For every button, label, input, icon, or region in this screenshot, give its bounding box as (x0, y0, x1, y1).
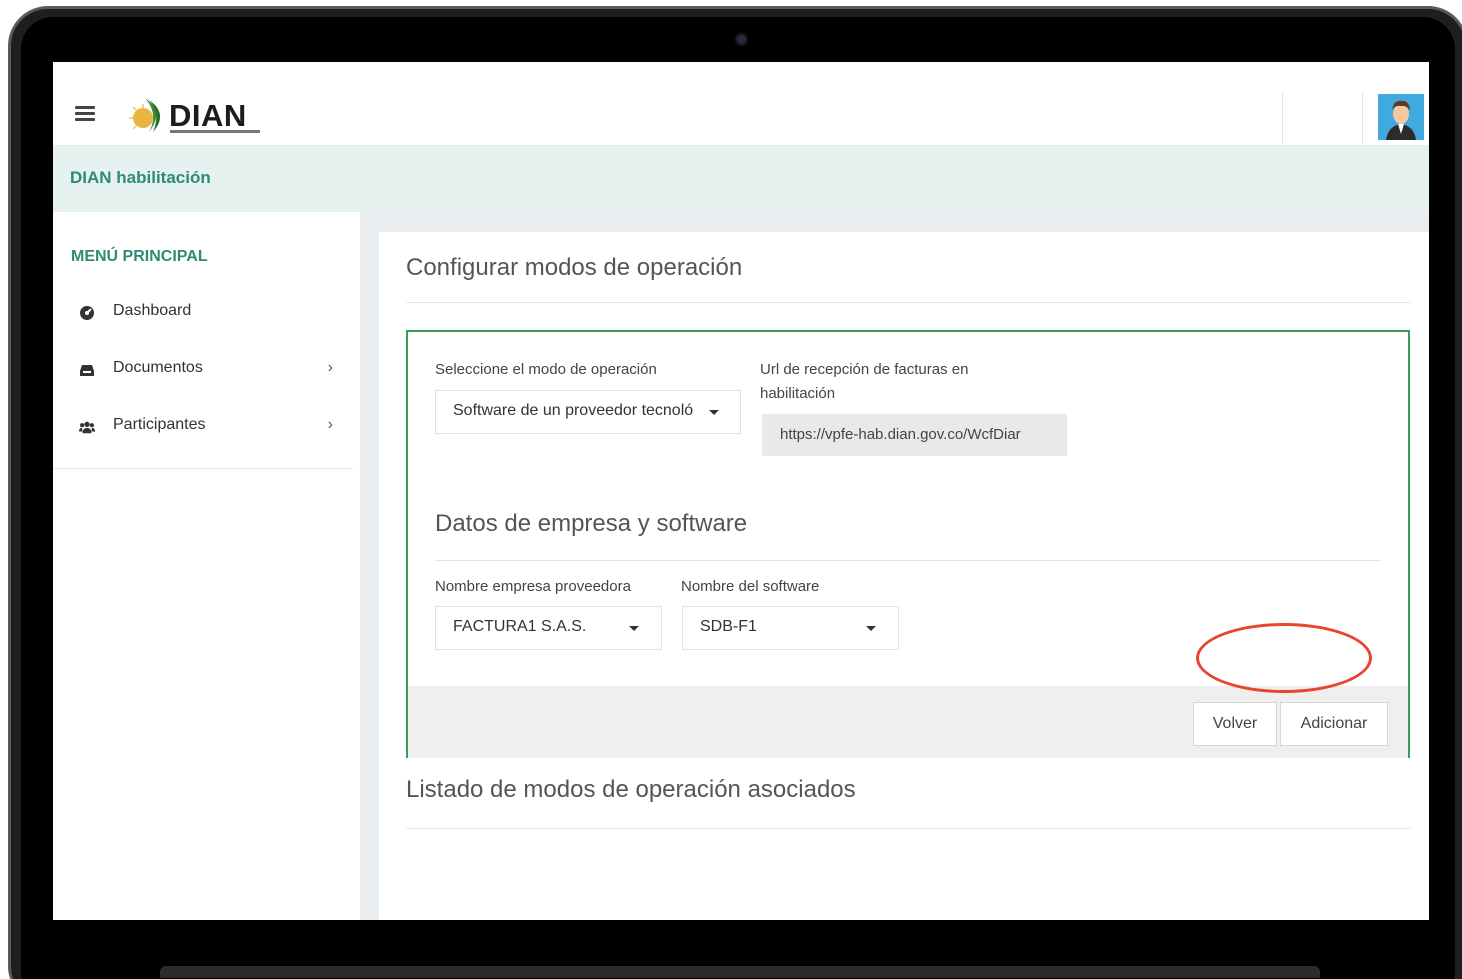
software-select[interactable]: SDB-F1 (682, 606, 899, 650)
logo-tagline (170, 130, 260, 133)
sidebar-item-participantes[interactable]: Participantes › (71, 416, 341, 446)
config-panel: Configurar modos de operación Seleccione… (379, 232, 1429, 920)
chevron-right-icon: › (327, 416, 333, 433)
users-icon (79, 421, 95, 434)
software-value: SDB-F1 (700, 618, 757, 635)
caret-down-icon (629, 626, 639, 631)
form-footer: Volver Adicionar (408, 686, 1408, 758)
company-value: FACTURA1 S.A.S. (453, 618, 587, 635)
software-label: Nombre del software (681, 578, 820, 595)
sidebar-divider (53, 468, 353, 469)
sidebar-item-dashboard[interactable]: Dashboard (71, 302, 341, 332)
webcam (735, 33, 748, 46)
sidebar-item-documentos[interactable]: Documentos › (71, 359, 341, 389)
header-divider (1362, 92, 1363, 146)
list-divider (406, 828, 1411, 829)
header-divider (1282, 92, 1283, 146)
title-divider (406, 302, 1411, 303)
sidebar-item-label: Dashboard (113, 302, 192, 319)
app-screen: DIAN DIAN habilitación MENÚ PRINCIPAL Da… (53, 62, 1429, 920)
app-subheader: DIAN habilitación (53, 146, 1429, 212)
dashboard-icon (80, 306, 94, 320)
list-title: Listado de modos de operación asociados (406, 776, 856, 803)
reception-url-value: https://vpfe-hab.dian.gov.co/WcfDiar (780, 426, 1021, 443)
user-avatar[interactable] (1378, 94, 1424, 140)
sidebar-item-label: Documentos (113, 359, 203, 376)
top-header: DIAN (53, 62, 1429, 146)
company-label: Nombre empresa proveedora (435, 578, 631, 595)
back-button[interactable]: Volver (1193, 702, 1277, 746)
caret-down-icon (866, 626, 876, 631)
menu-icon[interactable] (75, 106, 95, 122)
sidebar-heading: MENÚ PRINCIPAL (71, 248, 208, 265)
chevron-right-icon: › (327, 359, 333, 376)
add-button[interactable]: Adicionar (1280, 702, 1388, 746)
page-title: Configurar modos de operación (406, 254, 743, 281)
laptop-hinge (160, 966, 1320, 978)
dian-emblem-icon (129, 98, 161, 132)
operation-mode-select[interactable]: Software de un proveedor tecnoló (435, 390, 741, 434)
mode-label: Seleccione el modo de operación (435, 361, 657, 378)
operation-mode-form: Seleccione el modo de operación Software… (406, 330, 1410, 758)
section-title: Datos de empresa y software (435, 510, 748, 537)
user-avatar-icon (1378, 94, 1424, 140)
url-label: Url de recepción de facturas en habilita… (760, 361, 969, 402)
logo-wordmark: DIAN (169, 98, 247, 133)
sidebar-item-label: Participantes (113, 416, 206, 433)
company-select[interactable]: FACTURA1 S.A.S. (435, 606, 662, 650)
caret-down-icon (709, 410, 719, 415)
inbox-icon (80, 365, 94, 376)
reception-url-field[interactable]: https://vpfe-hab.dian.gov.co/WcfDiar (762, 414, 1067, 456)
operation-mode-value: Software de un proveedor tecnoló (453, 402, 694, 419)
highlight-circle (1196, 623, 1372, 693)
environment-title: DIAN habilitación (70, 168, 211, 187)
section-divider (435, 560, 1381, 561)
sidebar: MENÚ PRINCIPAL Dashboard Documentos › Pa… (53, 212, 360, 920)
dian-logo[interactable]: DIAN (125, 94, 275, 138)
